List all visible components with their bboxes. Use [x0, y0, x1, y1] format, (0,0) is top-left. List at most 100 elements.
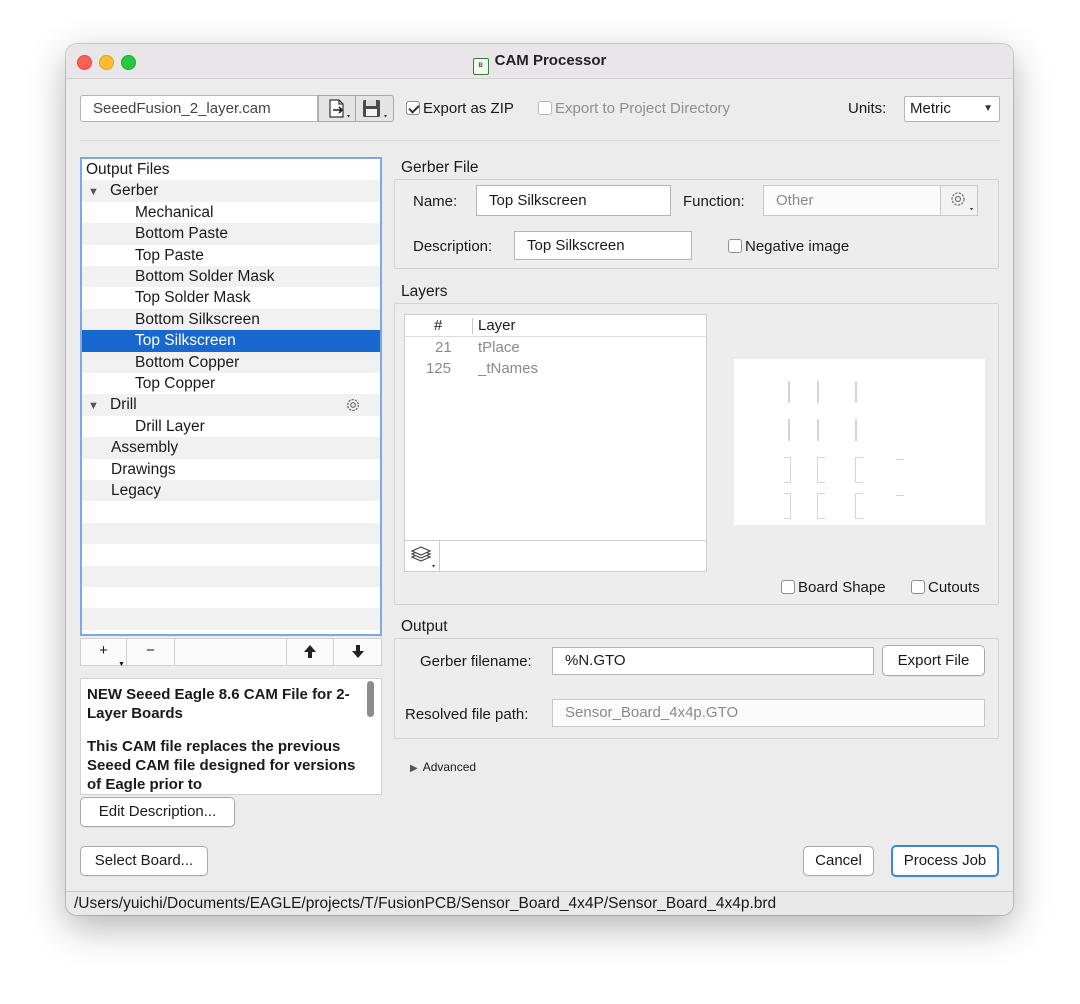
- process-job-button[interactable]: Process Job: [891, 845, 999, 877]
- description-scrollbar-thumb[interactable]: [367, 681, 374, 717]
- add-item-button[interactable]: + ▼: [81, 639, 127, 668]
- gear-icon: [951, 192, 973, 211]
- tree-item-gerber[interactable]: ▼ Gerber: [82, 180, 380, 203]
- cutouts-label: Cutouts: [928, 579, 980, 596]
- edit-description-button[interactable]: Edit Description...: [80, 797, 235, 827]
- export-zip-checkbox[interactable]: Export as ZIP: [406, 100, 514, 117]
- tree-item-label: Mechanical: [135, 203, 214, 221]
- negative-image-checkbox[interactable]: Negative image: [728, 238, 849, 255]
- export-project-dir-label: Export to Project Directory: [555, 100, 731, 117]
- description-field[interactable]: Top Silkscreen: [514, 231, 692, 260]
- export-zip-check[interactable]: [406, 101, 420, 115]
- column-header-number[interactable]: #: [434, 317, 442, 334]
- tree-item-bottom-paste[interactable]: Bottom Paste: [82, 223, 380, 245]
- arrow-up-icon: [304, 645, 316, 658]
- save-cam-button[interactable]: [356, 95, 394, 122]
- tree-item-drill-layer[interactable]: Drill Layer: [82, 416, 380, 437]
- gerber-file-panel: Name: Top Silkscreen Function: Other Des…: [394, 179, 999, 269]
- tree-item-top-copper[interactable]: Top Copper: [82, 373, 380, 394]
- units-select[interactable]: Metric ▼: [904, 96, 1000, 122]
- silk-outline: [817, 493, 825, 519]
- tree-item-top-paste[interactable]: Top Paste: [82, 245, 380, 266]
- silk-outline: [784, 457, 791, 483]
- cam-description-box[interactable]: NEW Seeed Eagle 8.6 CAM File for 2-Layer…: [80, 678, 382, 795]
- tree-item-drill[interactable]: ▼ Drill: [82, 394, 380, 417]
- cam-file-field[interactable]: SeeedFusion_2_layer.cam: [80, 95, 318, 122]
- open-cam-button[interactable]: [318, 95, 356, 122]
- move-up-button[interactable]: [286, 639, 334, 665]
- cancel-button[interactable]: Cancel: [803, 846, 874, 876]
- tree-item-mechanical[interactable]: Mechanical: [82, 202, 380, 223]
- expanded-triangle-icon[interactable]: ▼: [88, 396, 102, 417]
- gerber-filename-field[interactable]: %N.GTO: [552, 647, 874, 675]
- name-field[interactable]: Top Silkscreen: [476, 185, 671, 216]
- board-shape-label: Board Shape: [798, 579, 886, 596]
- tree-item-legacy[interactable]: Legacy: [82, 480, 380, 502]
- tree-item-top-silkscreen[interactable]: Top Silkscreen: [82, 330, 380, 352]
- expanded-triangle-icon[interactable]: ▼: [88, 182, 102, 203]
- select-board-button[interactable]: Select Board...: [80, 846, 208, 876]
- negative-image-check[interactable]: [728, 239, 742, 253]
- export-project-dir-check[interactable]: [538, 101, 552, 115]
- silk-mark: [855, 419, 857, 441]
- export-file-button[interactable]: Export File: [882, 645, 985, 676]
- move-down-button[interactable]: [334, 639, 381, 665]
- cutouts-checkbox[interactable]: Cutouts: [911, 579, 980, 596]
- add-icon: +: [99, 642, 108, 659]
- tree-empty-row: [82, 544, 380, 565]
- gerber-filename-value: %N.GTO: [565, 652, 626, 669]
- layers-table[interactable]: # Layer 21 tPlace 125 _tNames: [404, 314, 707, 541]
- output-section-title: Output: [401, 618, 448, 635]
- tree-item-assembly[interactable]: Assembly: [82, 437, 380, 459]
- layer-row-name: tPlace: [478, 339, 520, 356]
- tree-item-label: Drawings: [111, 460, 176, 478]
- silk-mark: [788, 381, 790, 403]
- board-file-icon: B: [472, 58, 489, 75]
- resolved-path-label: Resolved file path:: [405, 706, 529, 723]
- table-header-border: [405, 336, 706, 337]
- gear-icon[interactable]: [344, 396, 362, 414]
- board-preview: [734, 359, 985, 525]
- tree-item-label: Top Paste: [135, 246, 204, 264]
- export-project-dir-checkbox[interactable]: Export to Project Directory: [538, 100, 730, 117]
- output-files-tree[interactable]: Output Files ▼ Gerber Mechanical Bottom P…: [80, 157, 382, 636]
- board-shape-checkbox[interactable]: Board Shape: [781, 579, 886, 596]
- tree-item-label: Top Copper: [135, 375, 216, 392]
- tree-item-label: Drill Layer: [135, 417, 205, 435]
- process-job-label: Process Job: [903, 852, 987, 869]
- tree-item-drawings[interactable]: Drawings: [82, 459, 380, 480]
- layers-toolbar: [404, 541, 707, 572]
- advanced-disclosure[interactable]: ▶ Advanced: [410, 760, 476, 774]
- tree-item-bottom-silkscreen[interactable]: Bottom Silkscreen: [82, 308, 380, 331]
- silk-mark: [896, 495, 904, 496]
- disclosure-triangle-icon: ▶: [410, 763, 418, 774]
- advanced-label: Advanced: [422, 760, 477, 774]
- layer-row-number: 21: [435, 339, 452, 356]
- layers-select-button[interactable]: [405, 541, 440, 571]
- tree-item-label: Bottom Silkscreen: [135, 310, 260, 328]
- tree-item-bottom-copper[interactable]: Bottom Copper: [82, 351, 380, 373]
- tree-header-label: Output Files: [86, 161, 170, 178]
- cam-processor-window: B CAM Processor SeeedFusion_2_layer.cam E…: [66, 44, 1013, 915]
- select-board-label: Select Board...: [94, 852, 194, 869]
- function-field[interactable]: Other: [763, 185, 941, 216]
- remove-item-button[interactable]: −: [127, 639, 175, 665]
- cam-file-name: SeeedFusion_2_layer.cam: [93, 100, 271, 117]
- column-header-layer[interactable]: Layer: [478, 317, 516, 334]
- tree-header[interactable]: Output Files: [82, 159, 380, 180]
- toolbar-divider: [80, 140, 1000, 141]
- tree-item-label: Top Silkscreen: [135, 332, 236, 350]
- tree-toolbar: + ▼ −: [80, 638, 382, 668]
- description-title: NEW Seeed Eagle 8.6 CAM File for 2-Layer…: [87, 686, 350, 722]
- dropdown-arrow-icon: ▼: [118, 661, 125, 668]
- board-shape-check[interactable]: [781, 580, 795, 594]
- function-settings-button[interactable]: [940, 185, 978, 216]
- save-floppy-icon: [363, 100, 387, 118]
- tree-item-label: Drill: [110, 396, 137, 414]
- remove-icon: −: [146, 642, 155, 659]
- tree-item-top-solder-mask[interactable]: Top Solder Mask: [82, 287, 380, 308]
- silk-outline: [784, 493, 791, 519]
- cutouts-check[interactable]: [911, 580, 925, 594]
- tree-item-bottom-solder-mask[interactable]: Bottom Solder Mask: [82, 266, 380, 288]
- tree-item-label: Bottom Paste: [135, 225, 229, 243]
